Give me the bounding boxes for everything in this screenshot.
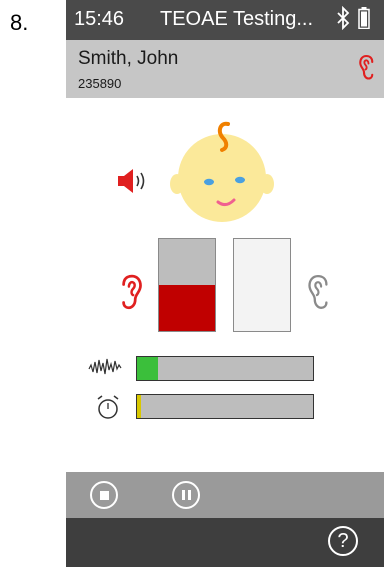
left-ear-meter-fill bbox=[159, 285, 215, 331]
stop-icon bbox=[100, 491, 109, 500]
noise-icon bbox=[88, 358, 122, 375]
status-bar: 15:46 TEOAE Testing... bbox=[66, 0, 384, 40]
patient-name: Smith, John bbox=[78, 48, 179, 69]
baby-face-icon bbox=[170, 121, 274, 222]
bluetooth-icon bbox=[337, 6, 350, 30]
stop-button[interactable] bbox=[90, 481, 118, 509]
test-area bbox=[66, 98, 384, 472]
pause-icon bbox=[188, 490, 191, 500]
speaker-sound-icon bbox=[118, 169, 145, 193]
right-ear-icon bbox=[308, 274, 328, 309]
patient-header: Smith, John 235890 bbox=[66, 40, 384, 98]
pause-button[interactable] bbox=[172, 481, 200, 509]
left-ear-icon bbox=[122, 274, 142, 310]
clock: 15:46 bbox=[74, 8, 125, 30]
ear-icon bbox=[359, 54, 374, 80]
battery-icon bbox=[358, 7, 370, 29]
stopwatch-icon bbox=[97, 395, 119, 419]
footer-bar: ? bbox=[66, 518, 384, 567]
test-controls bbox=[66, 472, 384, 518]
step-number: 8. bbox=[10, 10, 29, 35]
left-ear-response-meter bbox=[158, 238, 216, 332]
patient-id: 235890 bbox=[78, 76, 122, 91]
noise-level-bar bbox=[136, 356, 314, 381]
device-screen: 15:46 TEOAE Testing... Smith, John 23589… bbox=[66, 0, 384, 567]
test-time-bar bbox=[136, 394, 314, 419]
pause-icon bbox=[182, 490, 185, 500]
test-status-title: TEOAE Testing... bbox=[160, 8, 314, 30]
help-button[interactable]: ? bbox=[328, 526, 358, 556]
noise-level-fill bbox=[137, 357, 159, 380]
test-time-fill bbox=[137, 395, 141, 418]
right-ear-response-meter bbox=[233, 238, 291, 332]
